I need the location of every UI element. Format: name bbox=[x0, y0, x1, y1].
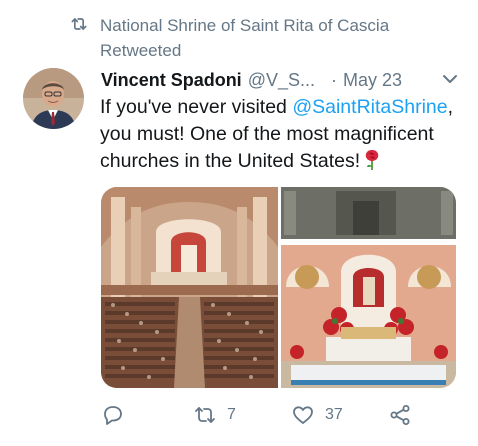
retweet-button[interactable]: 7 bbox=[193, 398, 236, 432]
rose-icon bbox=[365, 150, 379, 170]
author-handle[interactable]: @V_S... bbox=[248, 70, 315, 91]
reply-icon bbox=[104, 406, 122, 425]
avatar[interactable] bbox=[23, 68, 84, 129]
retweet-icon bbox=[195, 407, 215, 423]
tweet-header: Vincent Spadoni @V_S... · May 23 bbox=[101, 67, 466, 93]
heart-icon bbox=[293, 406, 313, 424]
tweet-actions: 7 37 bbox=[101, 398, 461, 432]
retweet-icon bbox=[71, 18, 87, 30]
chevron-down-icon[interactable] bbox=[442, 73, 458, 85]
author-name[interactable]: Vincent Spadoni bbox=[101, 70, 242, 91]
tweet-text: If you've never visited @SaintRitaShrine… bbox=[100, 94, 470, 175]
retweeted-by[interactable]: National Shrine of Saint Rita of Cascia bbox=[100, 13, 389, 38]
tweet-media[interactable] bbox=[101, 187, 456, 388]
retweet-count: 7 bbox=[227, 406, 236, 423]
church-altar-photo[interactable] bbox=[281, 187, 456, 388]
reply-button[interactable] bbox=[101, 398, 125, 432]
retweeted-label: Retweeted bbox=[100, 41, 182, 60]
tweet-date[interactable]: May 23 bbox=[343, 70, 402, 91]
retweet-text: National Shrine of Saint Rita of Cascia … bbox=[100, 13, 389, 63]
like-count: 37 bbox=[325, 406, 343, 423]
share-icon bbox=[390, 405, 410, 425]
share-button[interactable] bbox=[388, 398, 412, 432]
mention-link[interactable]: @SaintRitaShrine bbox=[292, 96, 447, 118]
tweet-text-start: If you've never visited bbox=[100, 96, 293, 118]
retweet-context[interactable]: National Shrine of Saint Rita of Cascia … bbox=[68, 13, 389, 63]
church-interior-photo[interactable] bbox=[101, 187, 278, 388]
separator: · bbox=[331, 69, 337, 90]
like-button[interactable]: 37 bbox=[291, 398, 343, 432]
